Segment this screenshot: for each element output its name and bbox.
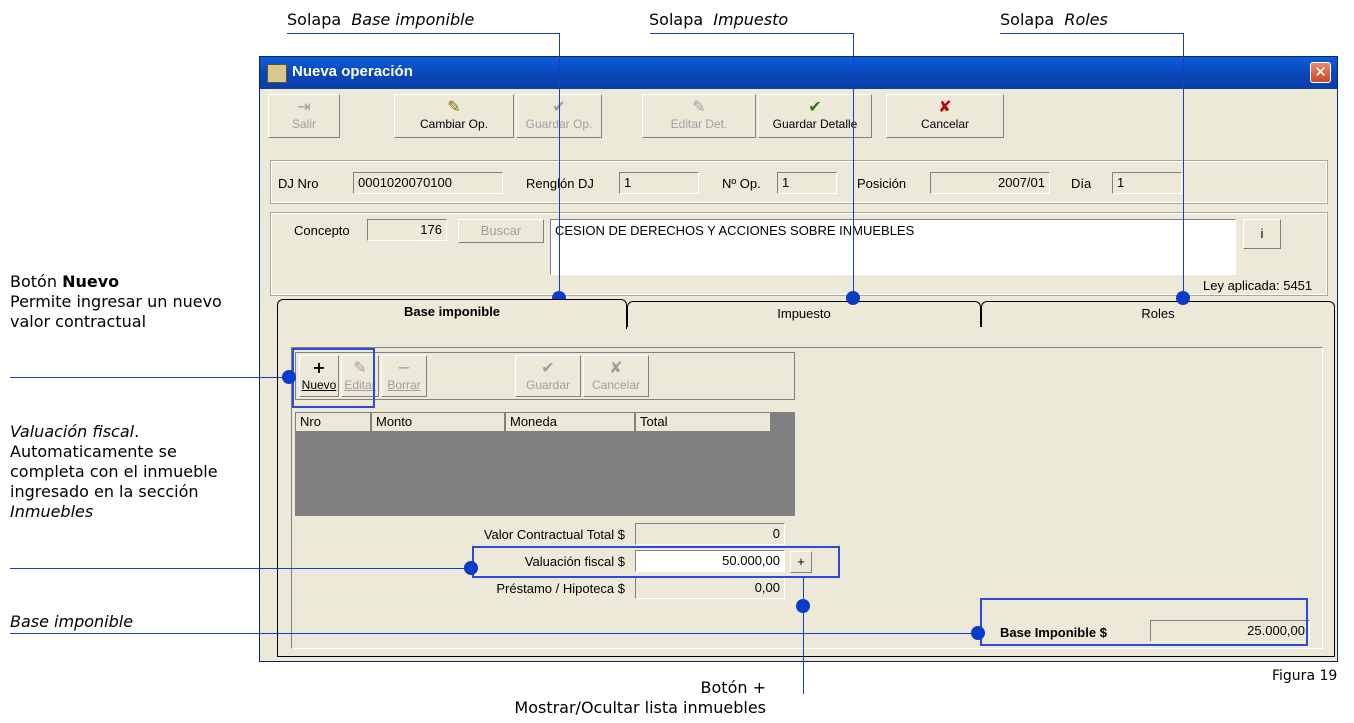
marker-dot bbox=[796, 599, 810, 613]
marker-dot bbox=[282, 370, 296, 384]
app-icon bbox=[267, 64, 287, 83]
marker-dot bbox=[464, 561, 478, 575]
posicion-label: Posición bbox=[857, 176, 907, 191]
annotation-boton-plus: Botón + Mostrar/Ocultar lista inmuebles bbox=[514, 678, 766, 717]
cancel-x-icon: ✘ bbox=[938, 97, 952, 116]
info-button[interactable]: i bbox=[1243, 219, 1281, 249]
cancel-x-icon: ✘ bbox=[609, 358, 623, 377]
title-bar[interactable]: Nueva operación ✕ bbox=[260, 57, 1337, 89]
minus-icon: − bbox=[397, 358, 411, 377]
prestamo-label: Préstamo / Hipoteca $ bbox=[496, 581, 625, 596]
grid-col-nro[interactable]: Nro bbox=[295, 412, 371, 432]
concepto-description[interactable]: CESION DE DERECHOS Y ACCIONES SOBRE INMU… bbox=[550, 219, 1236, 275]
edit-icon: ✎ bbox=[692, 97, 706, 116]
exit-door-icon: ⇥ bbox=[297, 97, 311, 116]
close-button[interactable]: ✕ bbox=[1310, 62, 1331, 83]
leader-line-nuevo bbox=[10, 377, 289, 378]
leader-line-tab-roles bbox=[1183, 33, 1184, 298]
nop-field[interactable]: 1 bbox=[777, 172, 837, 194]
annotation-valuacion: Valuación fiscal. Automaticamente se com… bbox=[10, 422, 218, 521]
nuevo-highlight-box bbox=[292, 348, 375, 408]
save-check-icon: ✔ bbox=[808, 97, 822, 116]
caption-tab-impuesto: Solapa Impuesto bbox=[649, 10, 789, 29]
leader-line-tab-roles-top bbox=[1000, 33, 1184, 34]
leader-line-base-imponible bbox=[10, 633, 978, 634]
base-imponible-highlight-box bbox=[980, 598, 1308, 646]
dj-field[interactable]: 0001020070100 bbox=[353, 172, 503, 194]
tab-base-imponible[interactable]: Base imponible bbox=[277, 299, 627, 329]
figure-caption: Figura 19 bbox=[1272, 668, 1338, 684]
tab-impuesto[interactable]: Impuesto bbox=[627, 301, 981, 327]
cancelar-button[interactable]: ✘ Cancelar bbox=[886, 94, 1004, 138]
leader-line-valuacion bbox=[10, 568, 470, 569]
leader-line-tab-impuesto bbox=[853, 33, 854, 298]
annotation-base-imponible: Base imponible bbox=[10, 612, 134, 631]
dia-label: Día bbox=[1071, 176, 1092, 191]
leader-line-tab-base bbox=[559, 33, 560, 298]
caption-tab-roles: Solapa Roles bbox=[1000, 10, 1108, 29]
editar-det-button[interactable]: ✎ Editar Det. bbox=[642, 94, 756, 138]
valor-contractual-field: 0 bbox=[635, 523, 785, 545]
marker-dot bbox=[971, 626, 985, 640]
nop-label: Nº Op. bbox=[722, 176, 761, 191]
guardar-button[interactable]: ✔ Guardar bbox=[515, 355, 581, 397]
window-title: Nueva operación bbox=[292, 63, 413, 80]
check-icon: ✔ bbox=[541, 358, 555, 377]
marker-dot bbox=[846, 291, 860, 305]
dj-label: DJ Nro bbox=[278, 176, 319, 191]
leader-line-boton-plus bbox=[803, 578, 804, 694]
ley-aplicada: Ley aplicada: 5451 bbox=[1203, 278, 1313, 293]
cancelar-detail-button[interactable]: ✘ Cancelar bbox=[583, 355, 649, 397]
posicion-field[interactable]: 2007/01 bbox=[930, 172, 1050, 194]
buscar-button[interactable]: Buscar bbox=[458, 219, 544, 243]
cambiar-op-button[interactable]: ✎ Cambiar Op. bbox=[394, 94, 514, 138]
grid-col-moneda[interactable]: Moneda bbox=[505, 412, 635, 432]
prestamo-field: 0,00 bbox=[635, 577, 785, 599]
dia-field[interactable]: 1 bbox=[1112, 172, 1182, 194]
marker-dot bbox=[1176, 291, 1190, 305]
guardar-detalle-button[interactable]: ✔ Guardar Detalle bbox=[758, 94, 872, 138]
leader-line-tab-base-top bbox=[287, 33, 560, 34]
valor-contractual-label: Valor Contractual Total $ bbox=[483, 527, 625, 542]
concepto-label: Concepto bbox=[294, 223, 350, 238]
grid-col-total[interactable]: Total bbox=[635, 412, 771, 432]
grid-col-monto[interactable]: Monto bbox=[371, 412, 505, 432]
borrar-button[interactable]: − Borrar bbox=[381, 355, 427, 397]
tab-roles[interactable]: Roles bbox=[981, 301, 1335, 327]
salir-button[interactable]: ⇥ Salir bbox=[268, 94, 340, 138]
annotation-nuevo: Botón Nuevo Permite ingresar un nuevo va… bbox=[10, 272, 222, 331]
concepto-code-field[interactable]: 176 bbox=[367, 219, 447, 241]
renglon-field[interactable]: 1 bbox=[619, 172, 699, 194]
caption-tab-base: Solapa Base imponible bbox=[287, 10, 475, 29]
leader-line-tab-impuesto-top bbox=[650, 33, 854, 34]
pencil-icon: ✎ bbox=[447, 97, 461, 116]
valuacion-highlight-box bbox=[472, 546, 840, 578]
